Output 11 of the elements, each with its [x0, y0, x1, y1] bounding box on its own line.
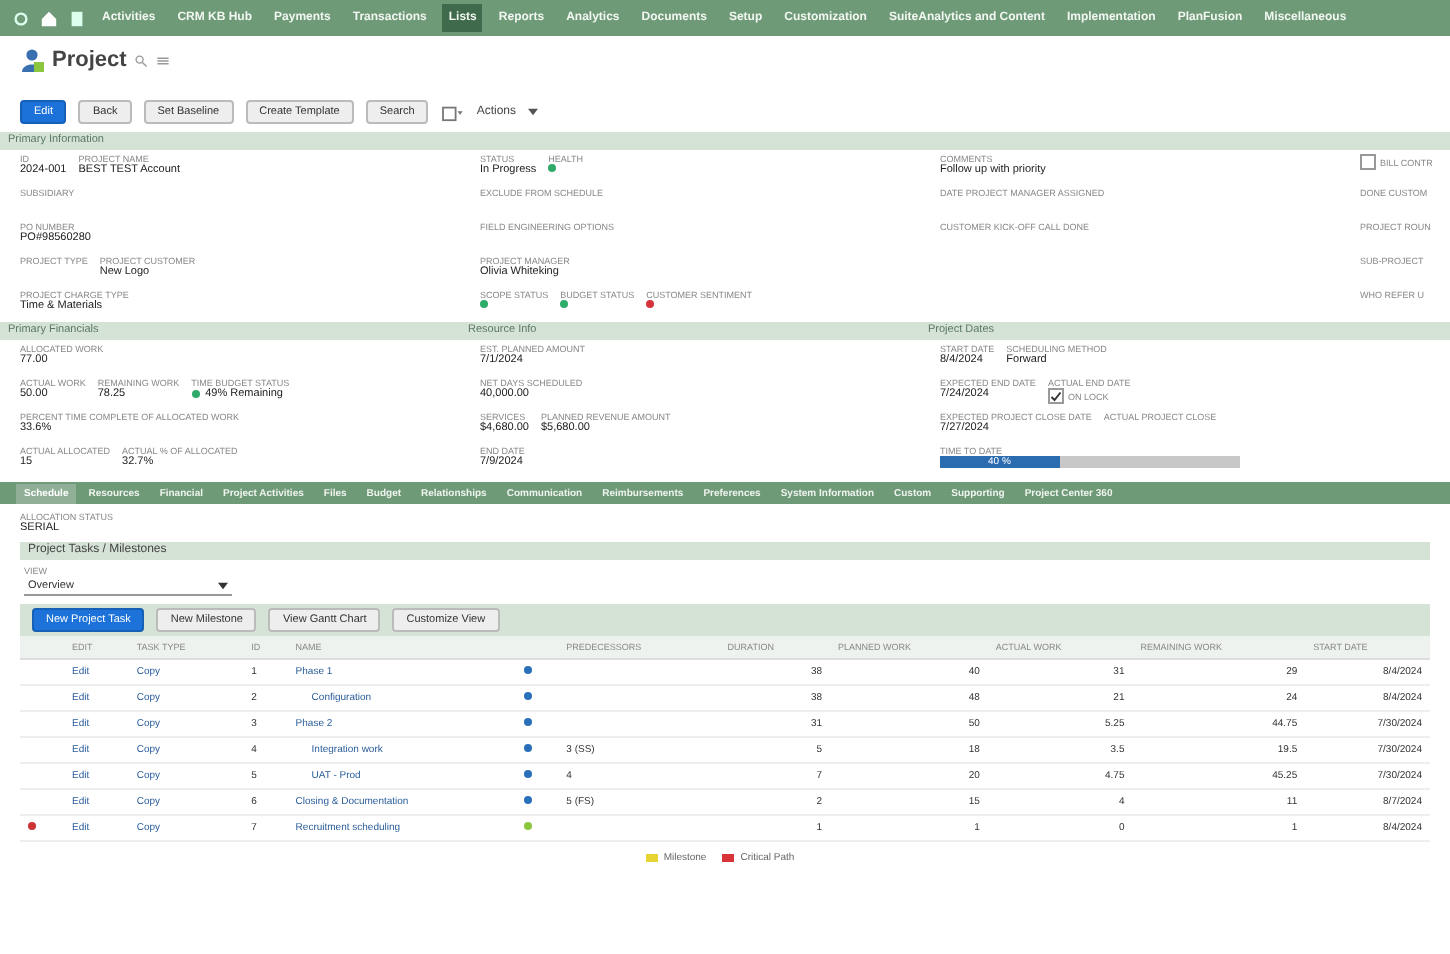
- menu-icon: [156, 53, 171, 67]
- home-icon: [40, 9, 58, 27]
- checkbox[interactable]: [1360, 154, 1376, 170]
- page-title: Project: [52, 48, 127, 72]
- search-icon: [134, 53, 149, 67]
- person-icon: [20, 48, 44, 72]
- marker-icon: [28, 822, 36, 830]
- caret-icon: [528, 108, 538, 116]
- caret-icon: [218, 582, 228, 590]
- checkbox[interactable]: [1047, 388, 1064, 404]
- document-icon: [68, 9, 86, 27]
